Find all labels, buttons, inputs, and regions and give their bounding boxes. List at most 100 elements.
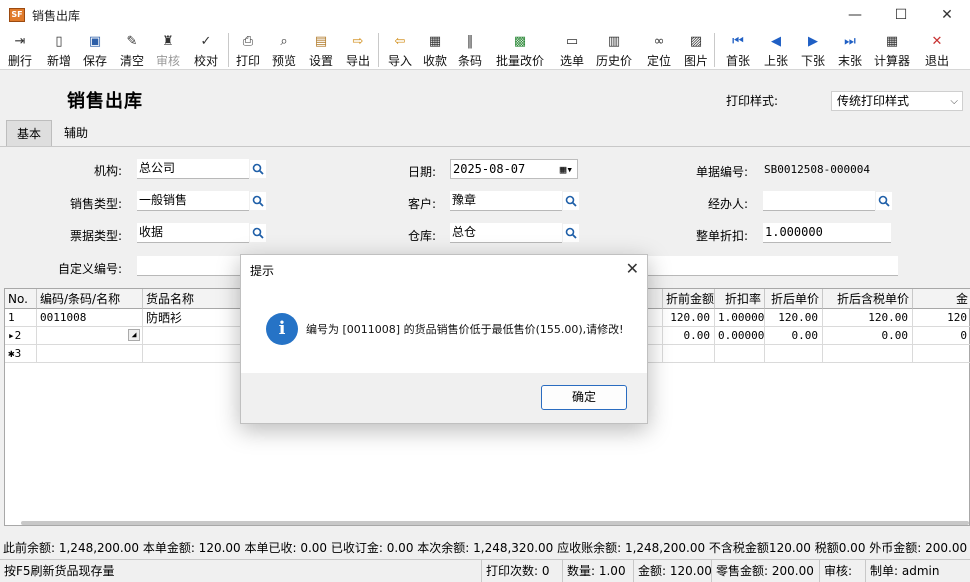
ticket-type-field[interactable]: 收据 [137,223,249,243]
toolbar-button-1[interactable]: ▯ 新增 [40,30,78,70]
toolbar-button-14[interactable]: ‖ 条码 [452,30,488,70]
sales-type-lookup-icon[interactable] [250,192,266,210]
org-lookup-icon[interactable] [250,160,266,178]
row-3-pre-amount[interactable] [663,345,715,363]
handler-lookup-icon[interactable] [876,192,892,210]
ticket-type-lookup-icon[interactable] [250,224,266,242]
col-header-pre-amount[interactable]: 折前金额 [663,289,715,309]
toolbar-button-25[interactable]: ▦ 计算器 [867,30,917,70]
dialog-title: 提示 [250,264,275,278]
toolbar-button-3[interactable]: ✎ 清空 [113,30,151,70]
col-header-code[interactable]: 编码/条码/名称 [37,289,143,309]
toolbar-button-9[interactable]: ▤ 设置 [303,30,339,70]
doc-no-value: SB0012508-000004 [764,163,870,176]
toolbar-button-21[interactable]: ⏮ 首张 [719,30,757,70]
tab-basic[interactable]: 基本 [6,120,53,146]
maximize-icon[interactable]: ☐ [878,0,924,30]
col-header-no[interactable]: No. [5,289,37,309]
toolbar-button-0[interactable]: ⇥ 删行 [3,30,37,70]
row-2-unit-price[interactable]: 0.00 [765,327,823,345]
toolbar-button-26[interactable]: ✕ 退出 [917,30,957,70]
dialog-close-icon[interactable]: ✕ [626,259,639,278]
row-3-amount[interactable] [913,345,970,363]
warehouse-lookup-icon[interactable] [563,224,579,242]
status-print-count: 打印次数: 0 [481,560,561,582]
toolbar-button-13[interactable]: ▦ 收款 [416,30,454,70]
toolbar-button-12[interactable]: ⇦ 导入 [381,30,419,70]
custom-no-field[interactable] [137,256,257,276]
summary-bar: 此前余额: 1,248,200.00 本单金额: 120.00 本单已收: 0.… [3,541,968,555]
toolbar-button-2[interactable]: ▣ 保存 [77,30,113,70]
col-header-rate[interactable]: 折扣率 [715,289,765,309]
row-1-pre-amount[interactable]: 120.00 [663,309,715,327]
row-1-code[interactable]: 0011008 [37,309,143,327]
close-icon[interactable]: ✕ [924,0,970,30]
toolbar-label: 计算器 [873,54,910,68]
row-1-unit-price[interactable]: 120.00 [765,309,823,327]
row-2-pre-amount[interactable]: 0.00 [663,327,715,345]
toolbar-label: 导出 [345,54,370,68]
toolbar-button-8[interactable]: ⌕ 预览 [265,30,303,70]
tab-auxiliary[interactable]: 辅助 [54,120,98,146]
toolbar-button-18[interactable]: ∞ 定位 [641,30,677,70]
status-retail-amount: 零售金额: 200.00 [711,560,818,582]
print-style-select[interactable]: 传统打印样式 ⌵ [831,91,963,111]
row-2-amount[interactable]: 0 [913,327,970,345]
row-3-unit-price[interactable] [765,345,823,363]
receipt-icon: ▦ [428,34,442,49]
handler-field[interactable] [763,191,875,211]
barcode-icon: ‖ [466,34,474,49]
col-header-tax-price[interactable]: 折后含税单价 [823,289,913,309]
horizontal-scrollbar[interactable] [21,521,969,525]
toolbar-button-17[interactable]: ▥ 历史价 [590,30,638,70]
toolbar-label: 收款 [422,54,447,68]
minimize-icon[interactable]: — [832,0,878,30]
row-2-code[interactable]: ◢ [37,327,143,345]
cell-picker-icon[interactable]: ◢ [128,329,140,341]
check-icon: ✓ [200,34,212,49]
row-3-rate[interactable] [715,345,765,363]
toolbar-button-23[interactable]: ▶ 下张 [794,30,832,70]
sales-type-field[interactable]: 一般销售 [137,191,249,211]
broom-icon: ✎ [126,34,138,49]
row-3-code[interactable] [37,345,143,363]
col-header-amount[interactable]: 金 [913,289,970,309]
row-1-rate[interactable]: 1.00000 [715,309,765,327]
toolbar-button-15[interactable]: ▩ 批量改价 [490,30,550,70]
col-header-unit-price[interactable]: 折后单价 [765,289,823,309]
row-3-tax-price[interactable] [823,345,913,363]
remark-field[interactable] [648,256,898,276]
toolbar-button-4[interactable]: ♜ 审核 [151,30,185,70]
toolbar-label: 上张 [763,54,788,68]
row-1-tax-price[interactable]: 120.00 [823,309,913,327]
toolbar-button-24[interactable]: ⏭ 末张 [831,30,869,70]
customer-field[interactable]: 豫章 [450,191,562,211]
toolbar-button-19[interactable]: ▨ 图片 [679,30,713,70]
next-record-icon: ▶ [808,34,818,49]
calendar-dropdown-icon[interactable]: ▦▾ [560,160,573,179]
org-field[interactable]: 总公司 [137,159,249,179]
toolbar-separator [714,33,715,67]
warehouse-field[interactable]: 总仓 [450,223,562,243]
prev-record-icon: ◀ [771,34,781,49]
toolbar-button-5[interactable]: ✓ 校对 [185,30,227,70]
status-bar: 按F5刷新货品现存量 打印次数: 0 数量: 1.00 金额: 120.00 零… [0,559,970,582]
row-2-rate[interactable]: 0.00000 [715,327,765,345]
discount-field[interactable]: 1.000000 [763,223,891,243]
dialog-body: i 编号为 [0011008] 的货品销售价低于最低售价(155.00),请修改… [241,285,647,373]
toolbar-label: 末张 [837,54,862,68]
row-3-no: ✱3 [5,345,37,363]
alert-dialog: 提示 ✕ i 编号为 [0011008] 的货品销售价低于最低售价(155.00… [240,254,648,424]
toolbar-button-22[interactable]: ◀ 上张 [757,30,795,70]
customer-lookup-icon[interactable] [563,192,579,210]
row-1-amount[interactable]: 120 [913,309,970,327]
ok-button[interactable]: 确定 [541,385,627,410]
toolbar: ⇥ 删行 ▯ 新增 ▣ 保存 ✎ 清空 ♜ 审核 ✓ 校对 ⎙ 打印 ⌕ 预览 ▤ 设置 ⇨ 导出 ⇦ 导入 ▦ 收款 ‖ 条码 ▩… [0,30,970,70]
toolbar-label: 条码 [457,54,482,68]
toolbar-button-10[interactable]: ⇨ 导出 [339,30,377,70]
date-label: 日期: [407,165,436,179]
row-2-tax-price[interactable]: 0.00 [823,327,913,345]
date-field[interactable]: 2025-08-07 ▦▾ [450,159,578,179]
toolbar-button-7[interactable]: ⎙ 打印 [230,30,266,70]
toolbar-button-16[interactable]: ▭ 选单 [553,30,591,70]
